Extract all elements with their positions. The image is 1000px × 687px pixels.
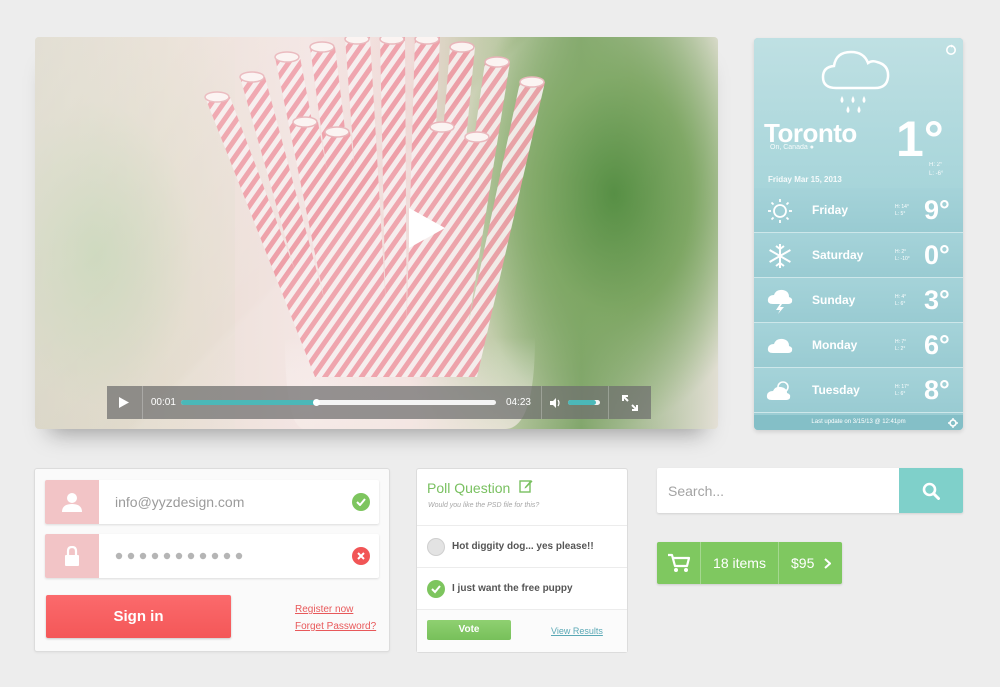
radio-unchecked[interactable] [427, 538, 445, 556]
progress-knob[interactable] [312, 399, 320, 406]
play-button[interactable] [107, 386, 143, 419]
volume-fill [568, 400, 596, 405]
lock-icon-box [45, 534, 99, 578]
forecast-row: Tuesday H: 17° L: 6° 8° [754, 368, 963, 413]
poll-widget: Poll Question Would you like the PSD fil… [416, 468, 628, 653]
rain-cloud-icon [821, 50, 890, 113]
forecast-hilo: H: 4° L: 6° [895, 294, 907, 307]
video-controls: 00:01 04:23 [107, 386, 651, 419]
poll-option[interactable]: Hot diggity dog... yes please!! [417, 525, 627, 567]
play-icon [119, 397, 130, 408]
email-value[interactable]: info@yyzdesign.com [115, 480, 244, 524]
fullscreen-button[interactable] [609, 386, 651, 419]
cloud-icon [767, 338, 793, 353]
volume-slider[interactable] [568, 400, 601, 405]
forecast-day: Sunday [812, 293, 856, 307]
weather-low: L: -6° [929, 171, 944, 177]
forecast-temp: 0° [924, 240, 950, 270]
forecast-list: Friday H: 14° L: 5° 9° Saturday H: 2° L: -… [754, 188, 963, 413]
sun-icon [768, 199, 792, 223]
poll-question: Would you like the PSD file for this? [428, 502, 540, 509]
forecast-day: Tuesday [812, 383, 860, 397]
forecast-temp: 6° [924, 330, 950, 360]
progress-fill [180, 400, 317, 405]
chevron-right-icon [824, 557, 832, 569]
snowflake-icon [769, 244, 791, 268]
big-play-icon[interactable] [407, 206, 447, 250]
forecast-row: Saturday H: 2° L: -10° 0° [754, 233, 963, 278]
poll-footer: Vote View Results [417, 609, 627, 652]
refresh-icon[interactable] [945, 44, 957, 56]
forecast-day: Saturday [812, 248, 864, 262]
forecast-hilo: H: 7° L: 2° [895, 339, 907, 352]
weather-widget: Toronto On, Canada ● Friday Mar 15, 2013… [754, 38, 963, 430]
progress-bar[interactable] [180, 399, 496, 406]
search-icon [922, 482, 940, 500]
login-form: info@yyzdesign.com Sign in Register now … [34, 468, 390, 652]
user-icon-box [45, 480, 99, 524]
volume-icon[interactable] [550, 397, 562, 408]
fullscreen-icon [622, 394, 639, 411]
search-bar [657, 468, 963, 513]
location-pin-icon: ● [809, 144, 814, 151]
current-time: 00:01 [150, 397, 176, 408]
poll-option[interactable]: I just want the free puppy [417, 567, 627, 609]
cart-price-value: $95 [791, 555, 815, 571]
weather-current-temp: 1° [896, 111, 944, 167]
forecast-hilo: H: 17° L: 6° [895, 384, 909, 397]
user-icon [62, 493, 82, 512]
forecast-temp: 9° [924, 195, 950, 225]
weather-last-update: Last update on 3/15/13 @ 12:41pm [754, 415, 963, 430]
volume-control[interactable] [541, 386, 610, 419]
cart-icon-box [657, 542, 701, 584]
weather-current-hilo: H: 2° L: -6° [929, 161, 943, 179]
video-sheen [35, 37, 718, 429]
gear-icon[interactable] [948, 418, 958, 428]
valid-check-icon [352, 493, 370, 511]
forecast-row: Friday H: 14° L: 5° 9° [754, 188, 963, 233]
forgot-password-link[interactable]: Forget Password? [295, 621, 376, 632]
radio-checked[interactable] [427, 580, 445, 598]
lock-icon [65, 546, 79, 566]
search-input[interactable] [657, 468, 899, 513]
sign-in-button[interactable]: Sign in [46, 595, 231, 638]
weather-date: Friday Mar 15, 2013 [768, 175, 842, 184]
password-field[interactable] [45, 534, 379, 578]
email-field[interactable]: info@yyzdesign.com [45, 480, 379, 524]
poll-option-label: Hot diggity dog... yes please!! [452, 541, 594, 552]
forecast-hilo: H: 14° L: 5° [895, 204, 909, 217]
forecast-temp: 3° [924, 285, 950, 315]
forecast-temp: 8° [924, 375, 950, 405]
check-icon [431, 585, 441, 594]
partly-cloudy-icon [766, 381, 791, 400]
forecast-day: Monday [812, 338, 858, 352]
forecast-hilo: H: 2° L: -10° [895, 249, 910, 262]
password-dots[interactable] [115, 552, 245, 560]
edit-icon[interactable] [519, 479, 533, 493]
video-player[interactable]: 00:01 04:23 [35, 37, 718, 429]
view-results-link[interactable]: View Results [551, 626, 603, 636]
invalid-x-icon [352, 547, 370, 565]
duration: 04:23 [505, 397, 531, 408]
forecast-row: Sunday H: 4° L: 6° 3° [754, 278, 963, 323]
forecast-row: Monday H: 7° L: 2° 6° [754, 323, 963, 368]
forecast-day: Friday [812, 203, 849, 217]
cart-item-count: 18 items [701, 542, 779, 584]
weather-region: On, Canada ● [770, 144, 814, 151]
cart-icon [667, 553, 690, 572]
vote-button[interactable]: Vote [427, 620, 511, 640]
cart-price: $95 [779, 542, 842, 584]
thunderstorm-icon [767, 289, 793, 314]
poll-title: Poll Question [427, 480, 511, 496]
search-button[interactable] [899, 468, 963, 513]
poll-option-label: I just want the free puppy [452, 583, 573, 594]
register-link[interactable]: Register now [295, 604, 353, 615]
cart-button[interactable]: 18 items $95 [657, 542, 842, 584]
weather-high: H: 2° [929, 162, 943, 168]
